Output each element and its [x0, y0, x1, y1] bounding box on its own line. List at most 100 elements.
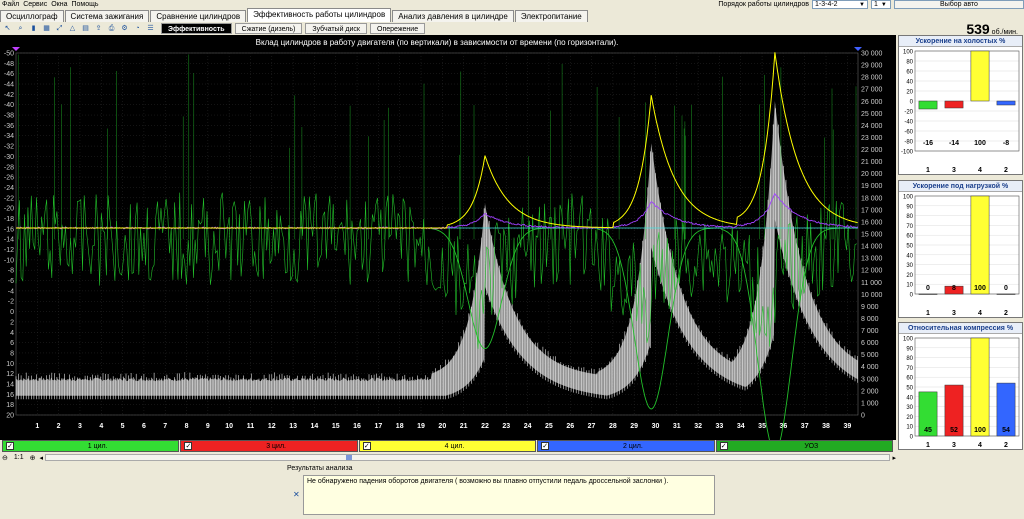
stat-bar [970, 337, 990, 437]
y-left-tick-label: -42 [4, 92, 14, 99]
zoom-icon[interactable]: ⌕ [15, 23, 26, 34]
horizontal-scrollbar[interactable]: ⊖ 1:1 ⊕ ◂ ▸ [0, 453, 896, 462]
y-right-tick-label: 21 000 [861, 159, 883, 166]
stat-value-label: 100 [974, 427, 986, 434]
y-right-tick-label: 26 000 [861, 99, 883, 106]
tab-pressure-analysis[interactable]: Анализ давления в цилиндре [392, 10, 514, 22]
cylinder-toggle-3[interactable]: ✓ 4 цил. [358, 440, 537, 452]
scroll-right-icon[interactable]: ▸ [892, 454, 896, 462]
y-left-tick-label: -6 [8, 278, 14, 285]
y-right-tick-label: 22 000 [861, 147, 883, 154]
cylinder-checkbox[interactable]: ✓ [184, 442, 193, 450]
efficiency-chart[interactable]: Вклад цилиндров в работу двигателя (по в… [0, 35, 896, 440]
cursor-icon[interactable]: ↖ [2, 23, 13, 34]
menu-help[interactable]: Помощь [69, 1, 100, 8]
subtab-compression-diesel[interactable]: Сжатие (дизель) [234, 23, 303, 34]
cylinder-toggle-bar: ✓ 1 цил. ✓ 3 цил. ✓ 4 цил. ✓ 2 цил. ✓ УОЗ [0, 440, 896, 453]
x-tick-label: 25 [545, 423, 553, 430]
efficiency-chart-svg[interactable]: Вклад цилиндров в работу двигателя (по в… [0, 35, 896, 440]
subtab-efficiency[interactable]: Эффективность [161, 23, 232, 34]
cylinder-toggle-5[interactable]: ✓ УОЗ [715, 440, 894, 452]
cylinder-checkbox[interactable]: ✓ [541, 442, 550, 450]
stat-cylinder-label: 1 [926, 310, 930, 317]
y-left-tick-label: 16 [6, 392, 14, 399]
zoom-in-icon[interactable]: ⊕ [30, 454, 36, 462]
stat-y-tick: 100 [903, 195, 914, 201]
stat-value-label: -14 [949, 140, 959, 147]
cylinder-toggle-1[interactable]: ✓ 1 цил. [2, 440, 180, 452]
print-icon[interactable]: ⎙ [106, 23, 117, 34]
tab-power-supply[interactable]: Электропитание [514, 10, 588, 22]
y-left-tick-label: -18 [4, 216, 14, 223]
y-left-tick-label: 20 [6, 413, 14, 420]
stat-y-tick: 70 [906, 366, 913, 372]
y-left-tick-label: -4 [8, 288, 14, 295]
y-left-tick-label: -20 [4, 206, 14, 213]
measure-icon[interactable]: △ [67, 23, 78, 34]
stat-y-tick: 20 [906, 90, 913, 96]
stat-cylinder-label: 4 [978, 167, 982, 174]
tab-ignition[interactable]: Система зажигания [64, 10, 150, 22]
fit-icon[interactable]: ⤢ [54, 23, 65, 34]
stat-y-tick: 80 [906, 60, 913, 66]
hold-icon[interactable]: ▮ [28, 23, 39, 34]
y-right-tick-label: 18 000 [861, 195, 883, 202]
scroll-left-icon[interactable]: ◂ [39, 454, 43, 462]
y-right-tick-label: 28 000 [861, 75, 883, 82]
right-panel: Ускорение на холостых % 100 80 60 40 20 0 -20 -4… [897, 35, 1024, 460]
x-tick-label: 17 [374, 423, 382, 430]
grid-icon[interactable]: ▦ [41, 23, 52, 34]
x-tick-label: 34 [737, 423, 745, 430]
stat-cylinder-label: 2 [1004, 310, 1008, 317]
y-left-tick-label: -2 [8, 299, 14, 306]
x-tick-label: 8 [185, 423, 189, 430]
y-right-tick-label: 1 000 [861, 400, 879, 407]
cylinder-checkbox[interactable]: ✓ [719, 442, 728, 450]
menu-file[interactable]: Файл [0, 1, 21, 8]
tab-cylinder-efficiency[interactable]: Эффективность работы цилиндров [247, 8, 392, 22]
x-tick-label: 3 [78, 423, 82, 430]
x-tick-label: 10 [225, 423, 233, 430]
settings-icon[interactable]: ⚙ [119, 23, 130, 34]
export-icon[interactable]: ⇪ [93, 23, 104, 34]
y-right-tick-label: 7 000 [861, 328, 879, 335]
toolbar: ↖ ⌕ ▮ ▦ ⤢ △ ▤ ⇪ ⎙ ⚙ ◔ ☰ Эффективность Сж… [0, 22, 896, 35]
chart-title: Вклад цилиндров в работу двигателя (по в… [256, 38, 619, 47]
zoom-out-icon[interactable]: ⊖ [2, 454, 8, 462]
table-icon[interactable]: ▤ [80, 23, 91, 34]
subtab-advance[interactable]: Опережение [370, 23, 426, 34]
y-right-tick-label: 8 000 [861, 316, 879, 323]
stat-y-tick: 30 [906, 405, 913, 411]
scroll-track[interactable] [45, 454, 891, 461]
cylinder-label: 4 цил. [444, 442, 465, 450]
x-tick-label: 26 [566, 423, 574, 430]
x-tick-label: 24 [524, 423, 532, 430]
cylinder-toggle-4[interactable]: ✓ 2 цил. [537, 440, 715, 452]
stat-value-label: 100 [974, 285, 986, 292]
tab-cylinder-compare[interactable]: Сравнение цилиндров [150, 10, 247, 22]
cylinder-checkbox[interactable]: ✓ [362, 442, 371, 450]
x-tick-label: 2 [57, 423, 61, 430]
x-tick-label: 37 [801, 423, 809, 430]
menu-windows[interactable]: Окна [49, 1, 69, 8]
menu-service[interactable]: Сервис [21, 1, 49, 8]
cylinder-toggle-2[interactable]: ✓ 3 цил. [180, 440, 358, 452]
y-right-tick-label: 14 000 [861, 244, 883, 251]
y-left-tick-label: -12 [4, 247, 14, 254]
subtab-tooth-wheel[interactable]: Зубчатый диск [305, 23, 367, 34]
firing-order-label: Порядок работы цилиндров [718, 1, 809, 8]
chart-icon[interactable]: ◔ [132, 23, 143, 34]
list-icon[interactable]: ☰ [145, 23, 156, 34]
tab-oscilloscope[interactable]: Осциллограф [0, 10, 64, 22]
stat-panel-2: Ускорение под нагрузкой % 100 90 80 70 60 50 40… [898, 180, 1023, 318]
scroll-thumb[interactable] [346, 455, 352, 460]
cylinder-checkbox[interactable]: ✓ [6, 442, 14, 450]
stat-y-tick: 80 [906, 356, 913, 362]
y-left-tick-label: -38 [4, 113, 14, 120]
x-tick-label: 13 [289, 423, 297, 430]
y-left-tick-label: 8 [10, 350, 14, 357]
stat-bar [996, 100, 1016, 106]
close-icon[interactable]: ✕ [293, 490, 300, 499]
stat-y-tick: 90 [906, 204, 913, 210]
zoom-level: 1:1 [13, 454, 24, 461]
